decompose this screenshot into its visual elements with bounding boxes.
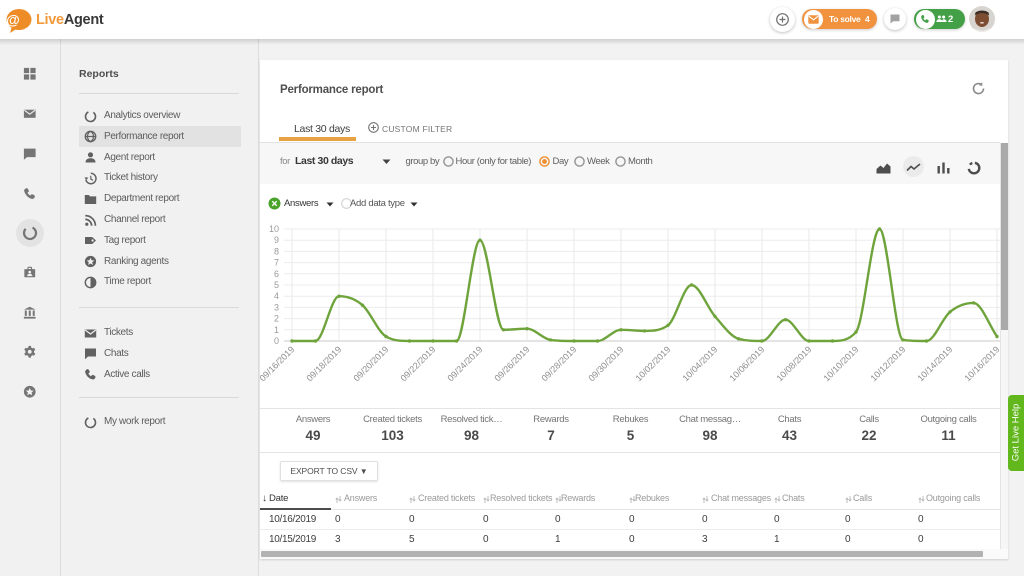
- svg-text:1: 1: [274, 325, 279, 335]
- svg-text:4: 4: [274, 291, 279, 301]
- svg-text:09/26/2019: 09/26/2019: [492, 344, 531, 383]
- svg-text:09/16/2019: 09/16/2019: [260, 344, 296, 383]
- svg-text:3: 3: [274, 302, 279, 312]
- svg-text:10/14/2019: 10/14/2019: [915, 344, 954, 383]
- svg-text:0: 0: [274, 336, 279, 346]
- svg-text:5: 5: [274, 280, 279, 290]
- svg-text:10/16/2019: 10/16/2019: [962, 344, 1000, 383]
- svg-text:09/22/2019: 09/22/2019: [398, 344, 437, 383]
- svg-text:09/24/2019: 09/24/2019: [445, 344, 484, 383]
- svg-text:10/12/2019: 10/12/2019: [868, 344, 907, 383]
- svg-text:6: 6: [274, 269, 279, 279]
- svg-text:09/18/2019: 09/18/2019: [304, 344, 343, 383]
- svg-text:09/30/2019: 09/30/2019: [586, 344, 625, 383]
- svg-text:10/08/2019: 10/08/2019: [774, 344, 813, 383]
- svg-text:10/02/2019: 10/02/2019: [633, 344, 672, 383]
- svg-text:09/28/2019: 09/28/2019: [539, 344, 578, 383]
- svg-text:10: 10: [269, 224, 279, 234]
- svg-text:2: 2: [274, 314, 279, 324]
- svg-text:10/04/2019: 10/04/2019: [680, 344, 719, 383]
- svg-text:10/10/2019: 10/10/2019: [821, 344, 860, 383]
- svg-text:09/20/2019: 09/20/2019: [351, 344, 390, 383]
- svg-text:9: 9: [274, 235, 279, 245]
- svg-text:10/06/2019: 10/06/2019: [727, 344, 766, 383]
- svg-text:@: @: [6, 12, 20, 28]
- svg-text:7: 7: [274, 258, 279, 268]
- svg-text:8: 8: [274, 246, 279, 256]
